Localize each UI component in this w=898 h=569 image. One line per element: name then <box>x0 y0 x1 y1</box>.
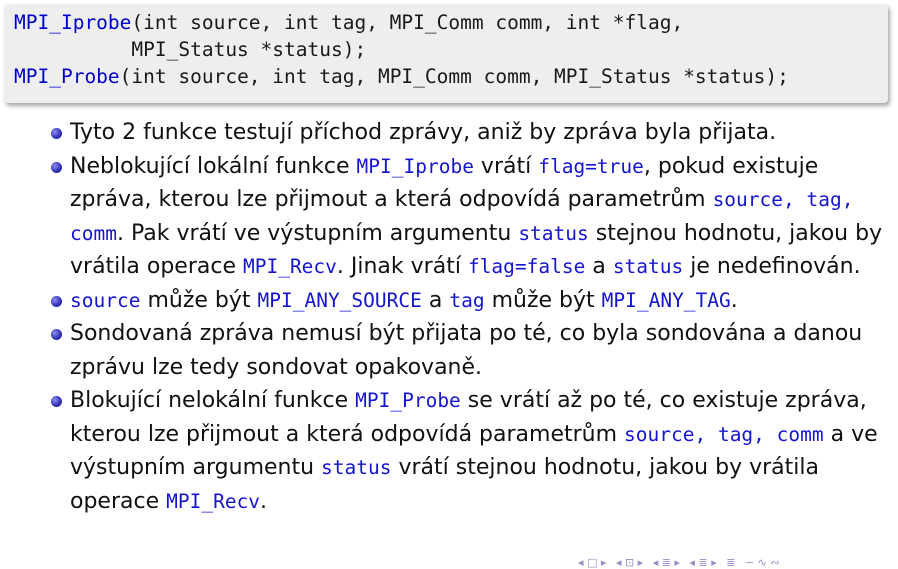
bullet-icon <box>51 329 62 340</box>
bullet-item: Tyto 2 funkce testují příchod zprávy, an… <box>0 116 898 150</box>
bullet-text: Blokující nelokální funkce <box>70 388 356 413</box>
nav-search-icon[interactable]: ∽ ∿ ∾ <box>745 556 780 569</box>
beamer-navigation: ◂ □ ▸ ◂ ⊡ ▸ ◂ ≣ ▸ ◂ ≣ ▸ ≣ ∽ ∿ ∾ <box>578 556 786 569</box>
nav-outline-icon[interactable]: ≣ <box>726 556 735 569</box>
code-line-probe: MPI_Probe(int source, int tag, MPI_Comm … <box>14 64 789 90</box>
bullet-list: Tyto 2 funkce testují příchod zprávy, an… <box>0 116 898 518</box>
code-line-iprobe: MPI_Iprobe(int source, int tag, MPI_Comm… <box>14 10 683 36</box>
bullet-text: může být <box>140 287 258 313</box>
bullet-text: může být <box>484 287 602 313</box>
inline-code: MPI_Recv <box>166 489 261 513</box>
inline-code: source, tag, comm <box>624 422 824 446</box>
inline-code: tag <box>449 288 485 312</box>
inline-code: source <box>70 288 141 312</box>
nav-subsection-icon[interactable]: ◂ ⊡ ▸ <box>616 556 643 569</box>
inline-code: status <box>612 255 684 278</box>
code-fn-name: MPI_Iprobe <box>14 11 132 34</box>
bullet-item: Sondovaná zpráva nemusí být přijata po t… <box>0 317 898 384</box>
inline-code: flag=true <box>538 154 644 178</box>
bullet-text: . <box>260 488 268 514</box>
inline-code: status <box>321 456 392 479</box>
code-line-continuation: MPI_Status *status); <box>14 38 367 61</box>
bullet-text: . <box>730 287 738 313</box>
bullet-text: je nedefinován. <box>683 254 861 279</box>
inline-code: MPI_Probe <box>355 389 461 412</box>
bullet-icon <box>51 396 62 407</box>
inline-code: MPI_Recv <box>242 255 337 278</box>
bullet-icon <box>51 161 62 173</box>
bullet-text: Tyto 2 funkce testují příchod zprávy, an… <box>70 120 777 145</box>
bullet-text: . Pak vrátí ve výstupním argumentu <box>116 220 519 246</box>
bullet-text: Sondovaná zpráva nemusí být přijata po t… <box>70 321 863 380</box>
nav-document-icon[interactable]: ◂ ≣ ▸ <box>689 556 716 569</box>
inline-code: MPI_ANY_TAG <box>601 288 731 312</box>
bullet-text: . Jinak vrátí <box>336 254 468 279</box>
bullet-icon <box>51 128 62 139</box>
bullet-item: source může být MPI_ANY_SOURCE a tag můž… <box>0 284 898 318</box>
code-args: (int source, int tag, MPI_Comm comm, int… <box>131 11 684 34</box>
bullet-item: Blokující nelokální funkce MPI_Probe se … <box>0 384 898 518</box>
bullet-text: Neblokující lokální funkce <box>70 153 357 179</box>
nav-section-icon[interactable]: ◂ ≣ ▸ <box>653 556 680 569</box>
inline-code: status <box>518 221 589 245</box>
inline-code: MPI_Iprobe <box>356 154 474 178</box>
nav-frame-icon[interactable]: ◂ □ ▸ <box>578 556 606 569</box>
code-block: MPI_Iprobe(int source, int tag, MPI_Comm… <box>4 4 888 103</box>
bullet-text: a <box>585 254 613 279</box>
bullet-icon <box>51 295 62 307</box>
inline-code: flag=false <box>467 255 586 278</box>
code-args: (int source, int tag, MPI_Comm comm, MPI… <box>119 65 789 88</box>
bullet-text: a <box>421 287 450 313</box>
inline-code: MPI_ANY_SOURCE <box>257 288 422 312</box>
code-fn-name: MPI_Probe <box>14 65 120 88</box>
bullet-text: vrátí <box>473 153 539 179</box>
bullet-item: Neblokující lokální funkce MPI_Iprobe vr… <box>0 150 898 284</box>
